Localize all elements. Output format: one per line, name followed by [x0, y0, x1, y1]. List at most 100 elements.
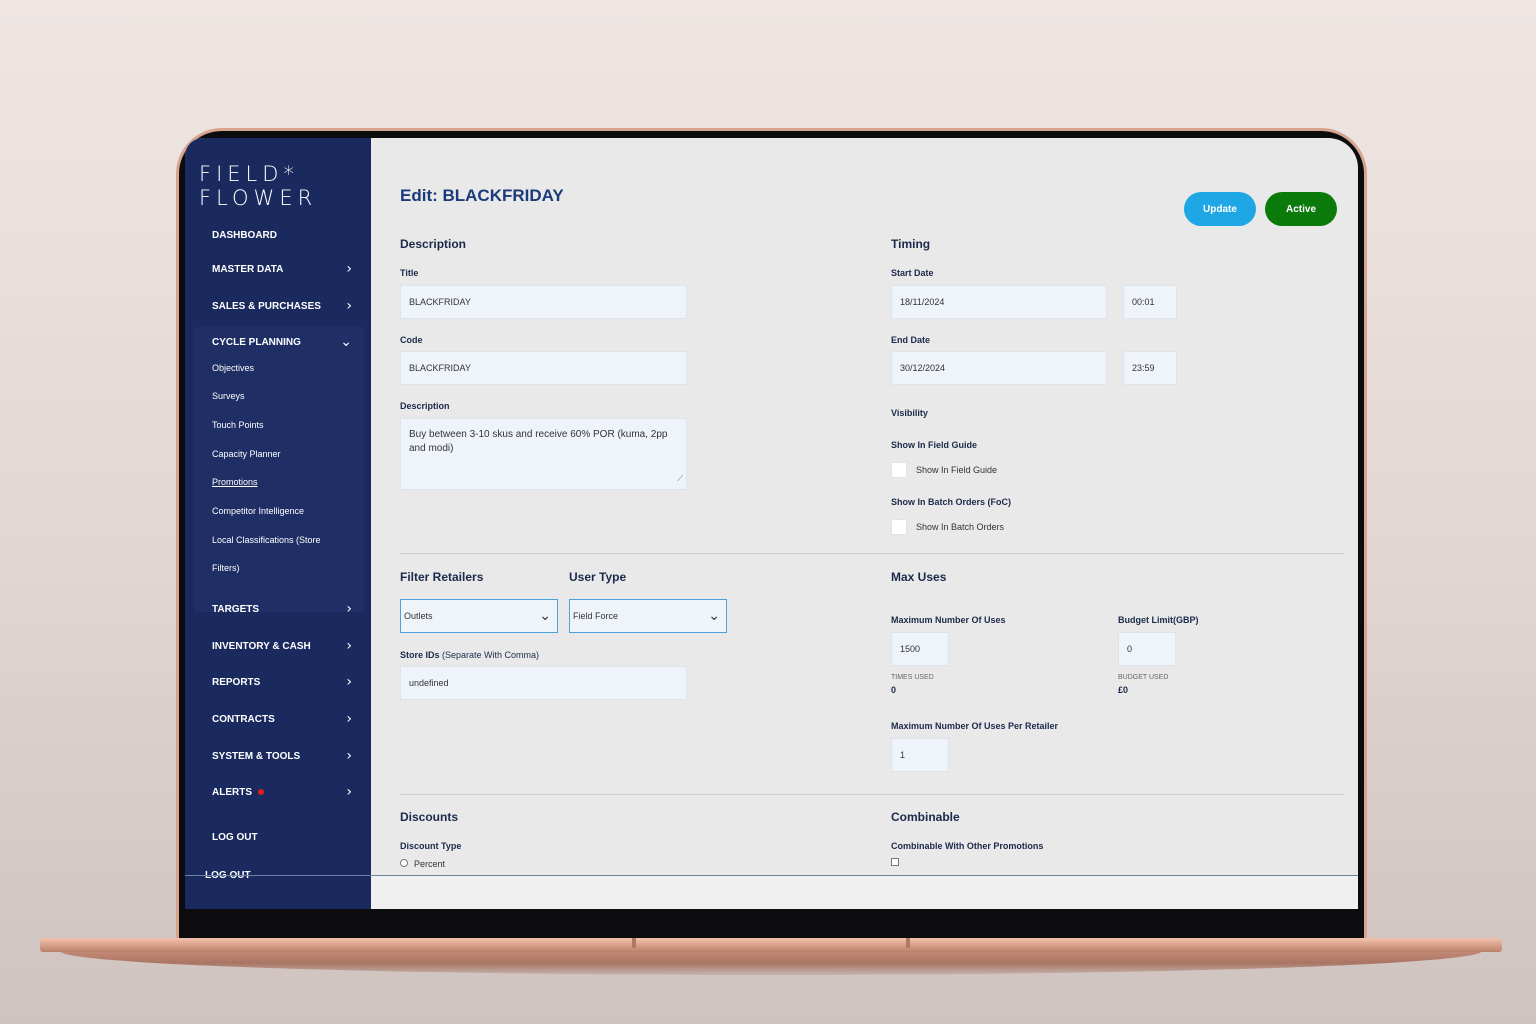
- sidebar-item-reports[interactable]: REPORTS ›: [212, 674, 352, 690]
- sidebar-item-label: SALES & PURCHASES: [212, 300, 321, 312]
- sidebar-item-cycle-planning[interactable]: CYCLE PLANNING ⌄: [212, 334, 352, 350]
- chevron-down-icon: ⌄: [340, 334, 352, 350]
- budget-limit-field[interactable]: 0: [1118, 632, 1176, 666]
- sidebar-item-system-tools[interactable]: SYSTEM & TOOLS ›: [212, 748, 352, 764]
- sub-item-local-classifications-cont[interactable]: Filters): [212, 563, 240, 573]
- percent-radio[interactable]: [400, 859, 408, 867]
- percent-radio-label: Percent: [414, 859, 446, 869]
- sidebar-item-label: MASTER DATA: [212, 263, 284, 275]
- chevron-right-icon: ›: [346, 748, 352, 764]
- section-divider: [400, 794, 1345, 795]
- chevron-down-icon: ⌄: [539, 608, 551, 624]
- end-date-field[interactable]: 30/12/2024: [891, 351, 1107, 385]
- filter-retailers-title: Filter Retailers: [400, 570, 484, 584]
- start-time-field[interactable]: 00:01: [1123, 285, 1177, 319]
- times-used-label: TIMES USED: [891, 674, 934, 681]
- chevron-right-icon: ›: [346, 784, 352, 800]
- sidebar-item-logout[interactable]: LOG OUT: [212, 832, 352, 843]
- logo-line-2: FLOWER: [199, 186, 318, 210]
- bottom-line: [185, 875, 1358, 876]
- batch-orders-label: Show In Batch Orders (FoC): [891, 497, 1012, 507]
- sidebar-item-targets[interactable]: TARGETS ›: [212, 601, 352, 617]
- sidebar-item-label: INVENTORY & CASH: [212, 640, 311, 652]
- sidebar-item-sales-purchases[interactable]: SALES & PURCHASES ›: [212, 298, 352, 314]
- user-type-title: User Type: [569, 570, 627, 584]
- times-used-value: 0: [891, 685, 897, 695]
- sub-item-objectives[interactable]: Objectives: [212, 363, 254, 373]
- laptop-base-shadow: [60, 951, 1482, 975]
- sidebar-item-label: TARGETS: [212, 603, 260, 615]
- start-date-field[interactable]: 18/11/2024: [891, 285, 1107, 319]
- budget-used-value: £0: [1118, 685, 1129, 695]
- app-screen: FIELD* FLOWER DASHBOARD MASTER DATA › SAL…: [185, 138, 1358, 909]
- update-button[interactable]: Update: [1184, 192, 1256, 226]
- chevron-right-icon: ›: [346, 711, 352, 727]
- max-uses-label: Maximum Number Of Uses: [891, 615, 1006, 625]
- sub-item-local-classifications[interactable]: Local Classifications (Store: [212, 535, 321, 545]
- sidebar-item-label: SYSTEM & TOOLS: [212, 750, 301, 762]
- filter-retailers-select[interactable]: Outlets ⌄: [400, 599, 558, 633]
- description-section-title: Description: [400, 237, 467, 251]
- bottom-strip: [371, 876, 1358, 909]
- code-label: Code: [400, 335, 423, 345]
- field-guide-checkbox-label: Show In Field Guide: [916, 465, 998, 475]
- chevron-right-icon: ›: [346, 601, 352, 617]
- store-ids-label-text: Store IDs: [400, 650, 440, 660]
- max-uses-title: Max Uses: [891, 570, 947, 584]
- resize-handle-icon[interactable]: ⟋: [677, 472, 683, 486]
- sub-item-promotions[interactable]: Promotions: [212, 477, 258, 487]
- alert-dot-icon: [258, 788, 264, 795]
- sidebar-item-contracts[interactable]: CONTRACTS ›: [212, 711, 352, 727]
- active-button[interactable]: Active: [1265, 192, 1337, 226]
- sidebar-item-label: DASHBOARD: [212, 230, 277, 241]
- laptop-base: [40, 938, 1502, 952]
- chevron-down-icon: ⌄: [708, 608, 720, 624]
- budget-limit-label: Budget Limit(GBP): [1118, 615, 1199, 625]
- sidebar-item-label: REPORTS: [212, 676, 261, 688]
- description-label: Description: [400, 401, 450, 411]
- sub-item-touch-points[interactable]: Touch Points: [212, 420, 264, 430]
- store-ids-label: Store IDs (Separate With Comma): [400, 650, 539, 660]
- page-title: Edit: BLACKFRIDAY: [400, 186, 564, 205]
- field-guide-checkbox[interactable]: [891, 462, 907, 478]
- laptop-hinge-right: [906, 938, 910, 948]
- chevron-right-icon: ›: [346, 674, 352, 690]
- title-label: Title: [400, 268, 419, 278]
- chevron-right-icon: ›: [346, 298, 352, 314]
- section-divider: [400, 553, 1345, 554]
- sub-item-surveys[interactable]: Surveys: [212, 391, 245, 401]
- discount-type-label: Discount Type: [400, 841, 462, 851]
- store-ids-field[interactable]: undefined: [400, 666, 687, 700]
- sidebar-item-master-data[interactable]: MASTER DATA ›: [212, 261, 352, 277]
- logo[interactable]: FIELD* FLOWER: [199, 162, 317, 210]
- title-field[interactable]: BLACKFRIDAY: [400, 285, 687, 319]
- field-guide-label: Show In Field Guide: [891, 440, 978, 450]
- main-content: Edit: BLACKFRIDAY Update Active Descript…: [371, 138, 1358, 909]
- sidebar-item-inventory-cash[interactable]: INVENTORY & CASH ›: [212, 638, 352, 654]
- sidebar-item-label: LOG OUT: [212, 832, 258, 843]
- laptop-hinge-left: [632, 938, 636, 948]
- combinable-checkbox[interactable]: [891, 858, 899, 866]
- sidebar-item-dashboard[interactable]: DASHBOARD: [212, 230, 352, 241]
- code-field[interactable]: BLACKFRIDAY: [400, 351, 687, 385]
- per-retailer-field[interactable]: 1: [891, 738, 949, 772]
- batch-orders-checkbox-label: Show In Batch Orders: [916, 522, 1005, 532]
- end-date-label: End Date: [891, 335, 931, 345]
- user-type-value: Field Force: [573, 611, 619, 621]
- sub-item-capacity-planner[interactable]: Capacity Planner: [212, 449, 281, 459]
- chevron-right-icon: ›: [346, 261, 352, 277]
- sidebar: FIELD* FLOWER DASHBOARD MASTER DATA › SAL…: [185, 138, 371, 909]
- sidebar-item-alerts[interactable]: ALERTS ›: [212, 784, 352, 800]
- batch-orders-checkbox[interactable]: [891, 519, 907, 535]
- sidebar-item-label: ALERTS: [212, 786, 252, 798]
- user-type-select[interactable]: Field Force ⌄: [569, 599, 727, 633]
- discounts-title: Discounts: [400, 810, 459, 824]
- sub-item-competitor-intelligence[interactable]: Competitor Intelligence: [212, 506, 304, 516]
- max-uses-field[interactable]: 1500: [891, 632, 949, 666]
- end-time-field[interactable]: 23:59: [1123, 351, 1177, 385]
- start-date-label: Start Date: [891, 268, 934, 278]
- combinable-title: Combinable: [891, 810, 960, 824]
- description-text: Buy between 3-10 skus and receive 60% PO…: [409, 429, 668, 454]
- description-textarea[interactable]: Buy between 3-10 skus and receive 60% PO…: [400, 418, 687, 490]
- per-retailer-label: Maximum Number Of Uses Per Retailer: [891, 721, 1059, 731]
